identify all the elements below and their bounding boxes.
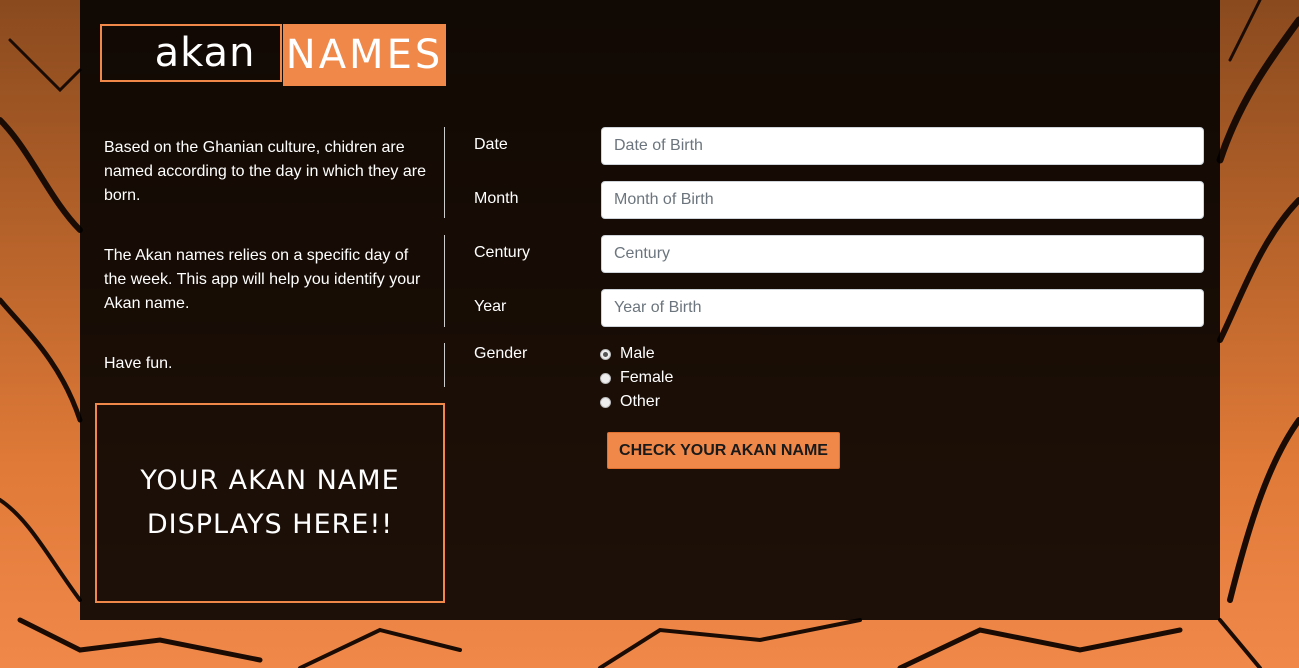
info-paragraph-purpose: The Akan names relies on a specific day …	[104, 247, 421, 312]
date-input[interactable]	[601, 127, 1204, 165]
logo-names-text: NAMES	[283, 24, 446, 86]
gender-option-female[interactable]: Female	[600, 369, 673, 387]
info-paragraph-fun: Have fun.	[104, 355, 173, 372]
year-label: Year	[474, 298, 507, 315]
century-label: Century	[474, 244, 531, 261]
result-line-1: YOUR AKAN NAME	[140, 465, 400, 496]
divider-line-3	[444, 343, 445, 387]
divider-line-1	[444, 127, 445, 218]
akan-name-result-box: YOUR AKAN NAME DISPLAYS HERE!!	[95, 403, 445, 603]
gender-option-male[interactable]: Male	[600, 345, 655, 363]
date-label: Date	[474, 136, 508, 153]
radio-other[interactable]	[600, 396, 611, 408]
result-line-2: DISPLAYS HERE!!	[146, 509, 394, 540]
gender-option-other-label: Other	[620, 393, 661, 410]
app-logo: akan NAMES	[100, 24, 446, 86]
check-akan-name-button[interactable]: CHECK YOUR AKAN NAME	[607, 432, 840, 469]
gender-option-male-label: Male	[620, 345, 655, 362]
year-input[interactable]	[601, 289, 1204, 327]
info-paragraph-culture: Based on the Ghanian culture, chidren ar…	[104, 139, 426, 204]
radio-female[interactable]	[600, 372, 611, 384]
month-label: Month	[474, 190, 519, 207]
gender-label: Gender	[474, 345, 528, 362]
century-input[interactable]	[601, 235, 1204, 273]
gender-option-other[interactable]: Other	[600, 393, 660, 411]
logo-akan-text: akan	[100, 24, 282, 82]
divider-line-2	[444, 235, 445, 327]
radio-male[interactable]	[600, 348, 611, 360]
month-input[interactable]	[601, 181, 1204, 219]
gender-option-female-label: Female	[620, 369, 674, 386]
